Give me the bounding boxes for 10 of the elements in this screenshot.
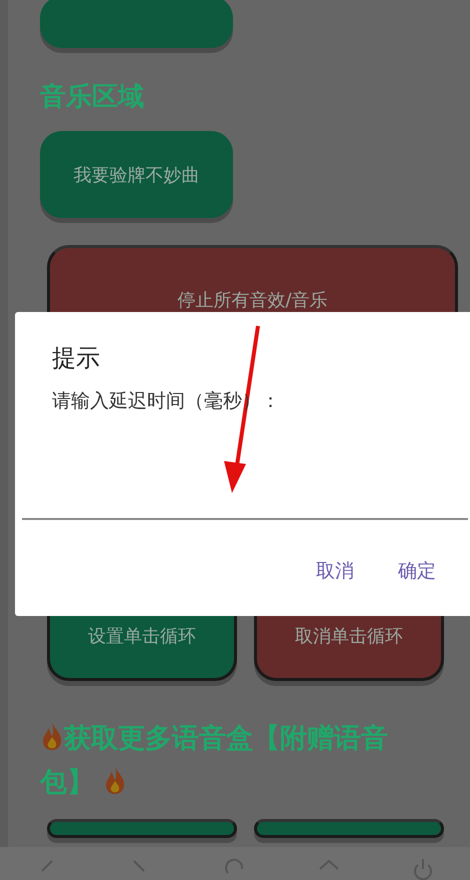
section-heading: 音乐区域 xyxy=(40,81,145,114)
section-heading: 获取更多语音盒【附赠语音包】 xyxy=(40,720,389,800)
app-button[interactable] xyxy=(254,819,444,838)
dialog-button[interactable]: 确定 xyxy=(390,554,444,588)
dialog-message: 请输入延迟时间（毫秒）： xyxy=(52,389,281,414)
flame-icon xyxy=(40,721,64,751)
app-button[interactable] xyxy=(40,0,233,48)
dialog-button[interactable]: 取消 xyxy=(308,554,362,588)
app-button[interactable] xyxy=(47,819,237,838)
app-button[interactable]: 我要验牌不妙曲 xyxy=(40,131,233,218)
